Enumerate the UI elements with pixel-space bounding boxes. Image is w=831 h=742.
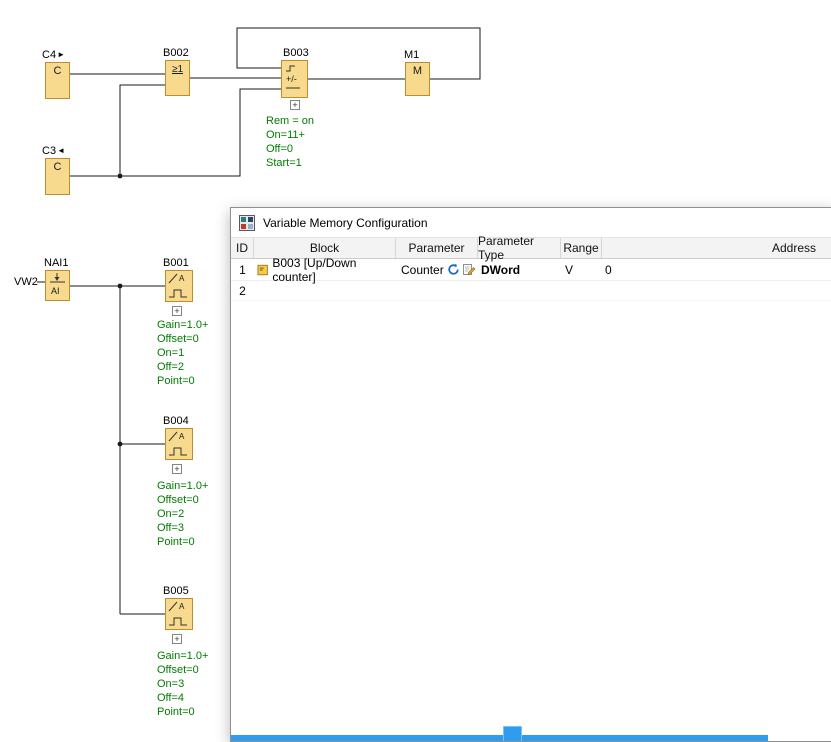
b003-expand-icon[interactable]: + [290, 100, 300, 110]
b001-expand-icon[interactable]: + [172, 306, 182, 316]
svg-text:AI: AI [51, 286, 60, 296]
column-header-range[interactable]: Range [561, 238, 602, 258]
m1-label: M1 [404, 49, 419, 61]
b001-params: Gain=1.0+ Offset=0 On=1 Off=2 Point=0 [157, 318, 208, 388]
param-line: On=1 [157, 346, 208, 360]
cell-address: 0 [602, 259, 831, 280]
svg-text:+/-: +/- [286, 74, 297, 84]
analog-threshold-icon: A [166, 599, 192, 629]
column-header-parameter-type[interactable]: Parameter Type [478, 238, 561, 258]
b003-label: B003 [283, 47, 309, 59]
m1-symbol: M [413, 65, 422, 78]
param-line: Offset=0 [157, 493, 208, 507]
updown-counter-icon: +/- [282, 61, 307, 97]
block-b002[interactable]: ≥1 [165, 60, 190, 96]
c3-label-text: C3 [42, 145, 56, 157]
block-nai1[interactable]: AI [45, 270, 70, 301]
b005-label: B005 [163, 585, 189, 597]
analog-input-icon: AI [46, 271, 69, 299]
param-line: Point=0 [157, 374, 208, 388]
column-header-address[interactable]: Address [602, 238, 831, 258]
param-line: Gain=1.0+ [157, 649, 208, 663]
cell-range: V [561, 259, 602, 280]
b004-label: B004 [163, 415, 189, 427]
fbd-editor-canvas: C4► C C3◄ C B002 ≥1 B003 +/- + Rem = on … [0, 0, 831, 742]
column-header-parameter[interactable]: Parameter [396, 238, 478, 258]
param-line: Off=0 [266, 142, 314, 156]
param-line: Offset=0 [157, 332, 208, 346]
param-line: Off=2 [157, 360, 208, 374]
cell-id: 2 [231, 281, 254, 300]
cell-parameter [396, 281, 478, 300]
param-line: On=3 [157, 677, 208, 691]
param-line: Point=0 [157, 705, 208, 719]
param-line: On=11+ [266, 128, 314, 142]
c4-symbol: C [54, 65, 62, 78]
param-line: Off=4 [157, 691, 208, 705]
b004-expand-icon[interactable]: + [172, 464, 182, 474]
param-line: Start=1 [266, 156, 314, 170]
b005-expand-icon[interactable]: + [172, 634, 182, 644]
vw2-label: VW2 [14, 276, 38, 288]
b005-params: Gain=1.0+ Offset=0 On=3 Off=4 Point=0 [157, 649, 208, 719]
block-c4[interactable]: C [45, 62, 70, 99]
edit-icon[interactable] [463, 263, 476, 276]
c3-label: C3◄ [42, 145, 65, 157]
variable-memory-dialog: Variable Memory Configuration ID Block P… [230, 207, 831, 742]
plus-glyph: + [292, 100, 297, 110]
plus-glyph: + [174, 634, 179, 644]
cell-address [602, 281, 831, 300]
cell-parameter-text: Counter [401, 263, 444, 277]
c4-label-text: C4 [42, 49, 56, 61]
param-line: Offset=0 [157, 663, 208, 677]
cursor-left-icon: ◄ [57, 146, 65, 155]
plus-glyph: + [174, 306, 179, 316]
column-header-id[interactable]: ID [231, 238, 254, 258]
table-row[interactable]: 1 B003 [Up/Down counter] Counter [231, 259, 831, 281]
param-line: On=2 [157, 507, 208, 521]
or-symbol: ≥1 [172, 63, 183, 76]
svg-text:A: A [179, 274, 185, 283]
param-line: Gain=1.0+ [157, 318, 208, 332]
block-m1[interactable]: M [405, 62, 430, 96]
cell-block: B003 [Up/Down counter] [254, 259, 396, 280]
cell-block [254, 281, 396, 300]
b004-params: Gain=1.0+ Offset=0 On=2 Off=3 Point=0 [157, 479, 208, 549]
block-c3[interactable]: C [45, 158, 70, 195]
param-line: Rem = on [266, 114, 314, 128]
dialog-title: Variable Memory Configuration [263, 216, 428, 230]
table-row[interactable]: 2 [231, 281, 831, 301]
svg-text:A: A [179, 432, 185, 441]
cell-range [561, 281, 602, 300]
svg-text:A: A [179, 602, 185, 611]
cell-parameter-type [478, 281, 561, 300]
cell-parameter-type: DWord [478, 259, 561, 280]
block-b001[interactable]: A [165, 270, 193, 302]
block-b004[interactable]: A [165, 428, 193, 460]
b002-label: B002 [163, 47, 189, 59]
dialog-icon [239, 215, 255, 231]
cursor-right-icon: ► [57, 50, 65, 59]
block-b003[interactable]: +/- [281, 60, 308, 98]
c4-label: C4► [42, 49, 65, 61]
block-icon [257, 264, 268, 276]
param-line: Point=0 [157, 535, 208, 549]
refresh-icon[interactable] [447, 263, 460, 276]
plus-glyph: + [174, 464, 179, 474]
c3-symbol: C [54, 161, 62, 174]
analog-threshold-icon: A [166, 271, 192, 301]
bottom-blue-strip [231, 735, 768, 742]
cell-parameter: Counter [396, 259, 478, 280]
nai1-label: NAI1 [44, 257, 68, 269]
b003-params: Rem = on On=11+ Off=0 Start=1 [266, 114, 314, 170]
param-line: Gain=1.0+ [157, 479, 208, 493]
cell-block-text: B003 [Up/Down counter] [272, 256, 396, 284]
b001-label: B001 [163, 257, 189, 269]
cell-id: 1 [231, 259, 254, 280]
block-b005[interactable]: A [165, 598, 193, 630]
bottom-blue-button[interactable] [503, 726, 522, 742]
param-line: Off=3 [157, 521, 208, 535]
analog-threshold-icon: A [166, 429, 192, 459]
